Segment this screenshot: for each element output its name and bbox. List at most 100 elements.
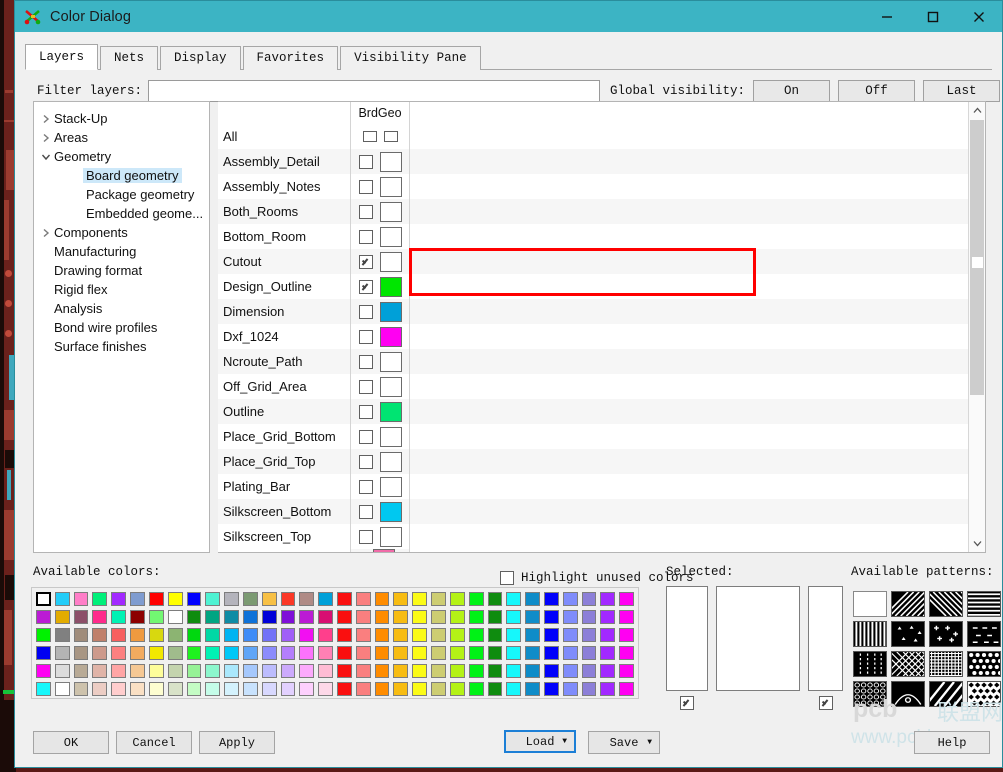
palette-color-swatch[interactable] xyxy=(410,608,429,626)
palette-color-swatch[interactable] xyxy=(53,680,72,698)
palette-color-swatch[interactable] xyxy=(354,644,373,662)
pattern-swatch-vertical-lines[interactable] xyxy=(851,619,889,649)
palette-color-swatch[interactable] xyxy=(316,662,335,680)
palette-color-swatch[interactable] xyxy=(53,626,72,644)
chevron-right-icon[interactable] xyxy=(38,133,54,143)
layer-visibility-checkbox[interactable] xyxy=(358,504,373,519)
palette-color-swatch[interactable] xyxy=(109,644,128,662)
palette-color-swatch[interactable] xyxy=(316,644,335,662)
pattern-swatch-solid-empty[interactable] xyxy=(851,589,889,619)
layer-all-secondary-checkbox[interactable] xyxy=(383,131,398,142)
palette-color-swatch[interactable] xyxy=(241,590,260,608)
palette-color-swatch[interactable] xyxy=(128,680,147,698)
palette-color-swatch[interactable] xyxy=(448,590,467,608)
layer-visibility-checkbox[interactable] xyxy=(358,254,373,269)
palette-color-swatch[interactable] xyxy=(166,590,185,608)
chevron-down-icon[interactable] xyxy=(38,153,54,161)
palette-color-swatch[interactable] xyxy=(109,608,128,626)
layer-category-tree[interactable]: Stack-Up Areas Geometry Board geometry Packa… xyxy=(33,101,210,553)
palette-color-swatch[interactable] xyxy=(72,662,91,680)
palette-color-swatch[interactable] xyxy=(297,590,316,608)
layer-row-name[interactable]: Off_Grid_Area xyxy=(218,374,350,399)
palette-color-swatch[interactable] xyxy=(410,680,429,698)
palette-color-swatch[interactable] xyxy=(222,662,241,680)
palette-color-swatch[interactable] xyxy=(429,590,448,608)
layer-visibility-checkbox[interactable] xyxy=(358,454,373,469)
palette-color-swatch[interactable] xyxy=(598,680,617,698)
palette-color-swatch[interactable] xyxy=(561,680,580,698)
palette-color-swatch[interactable] xyxy=(185,680,204,698)
layer-row-name[interactable]: Both_Rooms xyxy=(218,199,350,224)
palette-color-swatch[interactable] xyxy=(203,626,222,644)
selected-color-box[interactable] xyxy=(808,586,843,691)
layer-row-name[interactable]: Assembly_Detail xyxy=(218,149,350,174)
palette-color-swatch[interactable] xyxy=(542,590,561,608)
palette-color-swatch[interactable] xyxy=(297,680,316,698)
palette-color-swatch[interactable] xyxy=(580,644,599,662)
palette-color-swatch[interactable] xyxy=(598,590,617,608)
palette-color-swatch[interactable] xyxy=(72,644,91,662)
palette-color-swatch[interactable] xyxy=(316,626,335,644)
palette-color-swatch[interactable] xyxy=(90,626,109,644)
palette-color-swatch[interactable] xyxy=(34,644,53,662)
layer-list-scrollbar[interactable] xyxy=(968,102,985,552)
layer-visibility-checkbox[interactable] xyxy=(358,304,373,319)
pattern-swatch-arc-pattern[interactable] xyxy=(889,679,927,709)
layer-list-panel[interactable]: All Assembly_Detail Assembly_Notes Both_Roo… xyxy=(218,101,986,553)
palette-color-swatch[interactable] xyxy=(279,680,298,698)
palette-color-swatch[interactable] xyxy=(504,590,523,608)
palette-color-swatch[interactable] xyxy=(203,644,222,662)
layer-row-name[interactable]: Plating_Bar xyxy=(218,474,350,499)
global-visibility-off-button[interactable]: Off xyxy=(838,80,916,102)
layer-visibility-checkbox[interactable] xyxy=(358,529,373,544)
tree-item-package-geometry[interactable]: Package geometry xyxy=(34,185,209,204)
palette-color-swatch[interactable] xyxy=(297,626,316,644)
palette-color-swatch[interactable] xyxy=(561,590,580,608)
palette-color-swatch[interactable] xyxy=(467,608,486,626)
tree-item-areas[interactable]: Areas xyxy=(34,128,209,147)
layer-row-name[interactable]: All xyxy=(218,124,350,149)
palette-color-swatch[interactable] xyxy=(166,626,185,644)
palette-color-swatch[interactable] xyxy=(241,626,260,644)
ok-button[interactable]: OK xyxy=(33,731,109,754)
palette-color-swatch[interactable] xyxy=(90,662,109,680)
palette-color-swatch[interactable] xyxy=(410,590,429,608)
palette-color-swatch[interactable] xyxy=(391,590,410,608)
tree-item-bond-wire-profiles[interactable]: Bond wire profiles xyxy=(34,318,209,337)
pattern-swatch-diagonal-lines-right[interactable] xyxy=(921,589,992,619)
layer-row-name[interactable]: Outline xyxy=(218,399,350,424)
palette-color-swatch[interactable] xyxy=(335,662,354,680)
palette-color-swatch[interactable] xyxy=(260,626,279,644)
palette-color-swatch[interactable] xyxy=(467,590,486,608)
palette-color-swatch[interactable] xyxy=(109,680,128,698)
palette-color-swatch[interactable] xyxy=(561,662,580,680)
tree-item-board-geometry[interactable]: Board geometry xyxy=(34,166,209,185)
palette-color-swatch[interactable] xyxy=(354,680,373,698)
palette-color-swatch[interactable] xyxy=(147,644,166,662)
palette-color-swatch[interactable] xyxy=(448,662,467,680)
layer-visibility-checkbox[interactable] xyxy=(358,229,373,244)
palette-color-swatch[interactable] xyxy=(373,626,392,644)
chevron-right-icon[interactable] xyxy=(38,228,54,238)
pattern-swatch-cross-hatch[interactable] xyxy=(883,649,954,679)
layer-visibility-checkbox[interactable] xyxy=(358,179,373,194)
layer-row-name[interactable]: Dxf_1024 xyxy=(218,324,350,349)
palette-color-swatch[interactable] xyxy=(580,680,599,698)
palette-color-swatch[interactable] xyxy=(391,626,410,644)
layer-color-swatch[interactable] xyxy=(379,276,402,297)
palette-color-swatch[interactable] xyxy=(391,608,410,626)
palette-color-swatch[interactable] xyxy=(335,626,354,644)
palette-color-swatch[interactable] xyxy=(53,662,72,680)
palette-color-swatch[interactable] xyxy=(241,662,260,680)
tab-nets[interactable]: Nets xyxy=(100,46,159,70)
palette-color-swatch[interactable] xyxy=(185,626,204,644)
pattern-swatch-diamond-checker[interactable] xyxy=(965,679,1003,709)
minimize-button[interactable] xyxy=(864,1,910,32)
palette-color-swatch[interactable] xyxy=(486,590,505,608)
layer-visibility-checkbox[interactable] xyxy=(358,429,373,444)
filter-layers-input[interactable] xyxy=(148,80,601,102)
cancel-button[interactable]: Cancel xyxy=(116,731,192,754)
highlight-unused-checkbox[interactable] xyxy=(500,571,514,585)
palette-color-swatch[interactable] xyxy=(260,662,279,680)
palette-color-swatch[interactable] xyxy=(598,662,617,680)
